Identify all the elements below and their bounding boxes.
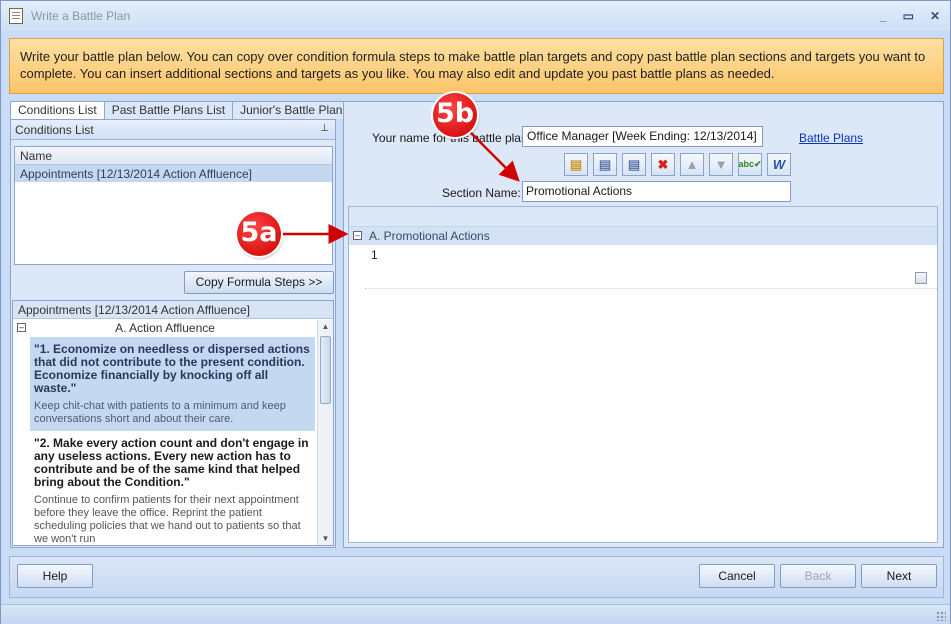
section-row: – A. Action Affluence	[13, 319, 333, 337]
move-up-icon[interactable]: ▲	[680, 153, 704, 176]
done-checkbox[interactable]	[915, 272, 927, 284]
pin-icon[interactable]: ⊥	[320, 123, 329, 134]
scroll-down-icon[interactable]: ▼	[318, 532, 333, 545]
scroll-thumb[interactable]	[320, 336, 331, 404]
section-row[interactable]: – A. Promotional Actions	[349, 227, 937, 245]
left-tabs: Conditions List Past Battle Plans List J…	[10, 101, 357, 119]
delete-icon[interactable]: ✖	[651, 153, 675, 176]
instructions-banner: Write your battle plan below. You can co…	[9, 38, 944, 94]
insert-section-icon[interactable]: ▤	[564, 153, 588, 176]
back-button[interactable]: Back	[780, 564, 856, 588]
step-note: Keep chit-chat with patients to a minimu…	[34, 400, 286, 425]
window-title: Write a Battle Plan	[31, 9, 131, 23]
section-name-label: Section Name:	[442, 186, 521, 200]
battle-plan-editor: Your name for this battle plan: Office M…	[343, 101, 944, 548]
window-controls: _ ▭ ✕	[880, 9, 940, 23]
battle-plan-grid: – A. Promotional Actions 1	[348, 206, 938, 543]
formula-step[interactable]: "2. Make every action count and don't en…	[30, 431, 315, 546]
collapse-icon[interactable]: –	[353, 231, 362, 240]
insert-target-above-icon[interactable]: ▤	[593, 153, 617, 176]
callout-5a: 5a	[237, 212, 281, 256]
step-title: "2. Make every action count and don't en…	[34, 436, 309, 489]
resize-grip-icon[interactable]	[936, 611, 946, 621]
vertical-scrollbar[interactable]: ▲ ▼	[317, 320, 333, 545]
section-title: A. Promotional Actions	[369, 229, 490, 243]
footer-bar: Help Cancel Back Next	[9, 556, 944, 598]
spell-check-icon[interactable]: abc✔	[738, 153, 762, 176]
tab-conditions-list[interactable]: Conditions List	[10, 101, 105, 119]
tab-past-battle-plans[interactable]: Past Battle Plans List	[103, 101, 234, 119]
battle-plan-window: Write a Battle Plan _ ▭ ✕ Write your bat…	[0, 0, 951, 624]
detail-header: Appointments [12/13/2014 Action Affluenc…	[13, 301, 333, 319]
target-row[interactable]: 1	[365, 245, 937, 289]
step-title: "1. Economize on needless or dispersed a…	[34, 342, 310, 395]
condition-detail: Appointments [12/13/2014 Action Affluenc…	[12, 300, 334, 546]
section-name-input[interactable]: Promotional Actions	[522, 181, 791, 202]
column-header-name[interactable]: Name	[15, 147, 332, 165]
plan-name-input[interactable]: Office Manager [Week Ending: 12/13/2014]	[522, 126, 763, 147]
maximize-icon[interactable]: ▭	[903, 9, 914, 23]
help-button[interactable]: Help	[17, 564, 93, 588]
callout-5b: 5b	[433, 93, 477, 137]
insert-target-below-icon[interactable]: ▤	[622, 153, 646, 176]
section-title: A. Action Affluence	[115, 321, 215, 335]
title-bar: Write a Battle Plan _ ▭ ✕	[1, 1, 950, 31]
scroll-up-icon[interactable]: ▲	[318, 320, 333, 334]
cancel-button[interactable]: Cancel	[699, 564, 775, 588]
target-number: 1	[371, 248, 378, 262]
conditions-list: Name Appointments [12/13/2014 Action Aff…	[14, 146, 333, 265]
editor-toolbar: ▤ ▤ ▤ ✖ ▲ ▼ abc✔ W	[564, 153, 791, 176]
copy-formula-steps-button[interactable]: Copy Formula Steps >>	[184, 271, 334, 294]
panel-header: Conditions List ⊥	[11, 120, 335, 140]
list-item[interactable]: Appointments [12/13/2014 Action Affluenc…	[15, 165, 332, 182]
status-bar	[1, 604, 950, 624]
panel-title: Conditions List	[15, 123, 94, 137]
tab-juniors-battle-plans[interactable]: Junior's Battle Plans	[232, 101, 357, 119]
minimize-icon[interactable]: _	[880, 9, 887, 23]
move-down-icon[interactable]: ▼	[709, 153, 733, 176]
step-note: Continue to confirm patients for their n…	[34, 494, 301, 545]
formula-step[interactable]: "1. Economize on needless or dispersed a…	[30, 337, 315, 431]
conditions-panel: Conditions List ⊥ Name Appointments [12/…	[10, 119, 336, 548]
grid-header	[349, 207, 937, 227]
close-icon[interactable]: ✕	[930, 9, 940, 23]
word-export-icon[interactable]: W	[767, 153, 791, 176]
next-button[interactable]: Next	[861, 564, 937, 588]
notepad-icon	[9, 8, 23, 24]
battle-plans-link[interactable]: Battle Plans	[799, 131, 863, 145]
